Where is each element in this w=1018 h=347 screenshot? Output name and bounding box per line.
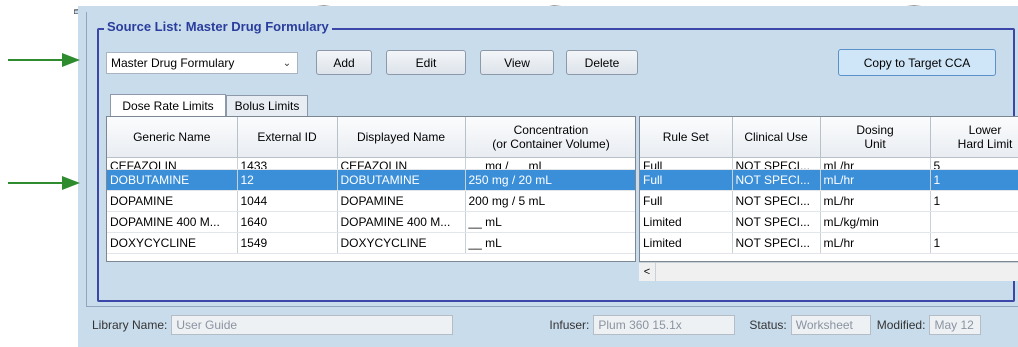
add-button[interactable]: Add [316,50,372,75]
table-cell: 1 [930,169,1018,191]
table-cell: Full [640,157,733,170]
column-header[interactable]: Clinical Use [732,117,821,158]
table-cell: 1640 [237,211,338,233]
table-cell: 200 mg / 5 mL [465,190,635,212]
modified-label: Modified: [876,318,926,332]
table-cell [930,211,1018,233]
table-cell: DOXYCYCLINE [337,232,466,254]
table-cell: mL/hr [820,157,931,170]
column-header[interactable]: Generic Name [107,117,238,158]
column-header[interactable]: Concentration (or Container Volume) [465,117,635,158]
table-cell: 1 [930,190,1018,212]
table-cell: Limited [640,211,733,233]
table-cell: __ mg / __ mL [465,157,635,170]
table-cell: __ mL [465,232,635,254]
table-row[interactable]: Full NOT SPECI... mL/hr 5 [640,157,1018,170]
table-cell: 12 [237,169,338,191]
delete-button[interactable]: Delete [566,50,638,75]
table-row[interactable]: Full NOT SPECI... mL/hr 1 [640,190,1018,212]
table-row[interactable]: Limited NOT SPECI... mL/kg/min [640,211,1018,233]
table-cell: 5 [930,157,1018,170]
table-cell: CEFAZOLIN [337,157,466,170]
table-cell: DOPAMINE [337,190,466,212]
table-row[interactable]: Limited NOT SPECI... mL/hr 1 [640,232,1018,254]
view-button[interactable]: View [480,50,554,75]
table-row-selected[interactable]: DOBUTAMINE 12 DOBUTAMINE 250 mg / 20 mL [107,169,635,191]
table-cell: DOPAMINE [107,190,238,212]
scroll-left-button[interactable]: < [639,263,656,281]
table-cell: NOT SPECI... [732,190,821,212]
table-cell: mL/hr [820,169,931,191]
arrow-right-icon [8,53,80,67]
table-row[interactable]: DOXYCYCLINE 1549 DOXYCYCLINE __ mL [107,232,635,254]
source-list-title: Source List: Master Drug Formulary [104,19,332,34]
table-cell: Full [640,190,733,212]
table-cell: __ mL [465,211,635,233]
status-bar: Library Name: User Guide Infuser: Plum 3… [78,311,1018,339]
table-cell: mL/kg/min [820,211,931,233]
library-name-label: Library Name: [92,318,168,332]
status-field: Worksheet [790,315,871,335]
formulary-select[interactable]: Master Drug Formulary ⌄ [106,52,298,74]
arrow-right-icon [8,176,80,190]
right-table: Rule Set Clinical Use Dosing Unit Lower … [639,116,1018,262]
column-header[interactable]: Dosing Unit [820,117,931,158]
chevron-down-icon: ⌄ [282,57,292,69]
column-header[interactable]: External ID [237,117,338,158]
column-header[interactable]: Displayed Name [337,117,466,158]
tab-dose-rate-limits[interactable]: Dose Rate Limits [110,94,226,117]
table-cell: DOPAMINE 400 M... [107,211,238,233]
table-cell: DOPAMINE 400 M... [337,211,466,233]
status-label: Status: [749,318,787,332]
library-name-field: User Guide [171,315,454,335]
table-cell: mL/hr [820,232,931,254]
tab-bolus-limits[interactable]: Bolus Limits [226,95,308,116]
table-cell: NOT SPECI... [732,232,821,254]
table-cell: Limited [640,232,733,254]
table-cell: DOXYCYCLINE [107,232,238,254]
table-cell: 1 [930,232,1018,254]
table-row[interactable]: CEFAZOLIN 1433 CEFAZOLIN __ mg / __ mL [107,157,635,170]
table-cell: mL/hr [820,190,931,212]
edit-button[interactable]: Edit [386,50,466,75]
table-cell: CEFAZOLIN [107,157,238,170]
left-table: Generic Name External ID Displayed Name … [106,116,636,262]
table-cell: DOBUTAMINE [337,169,466,191]
table-row[interactable]: DOPAMINE 400 M... 1640 DOPAMINE 400 M...… [107,211,635,233]
table-cell: 1044 [237,190,338,212]
table-cell: NOT SPECI... [732,157,821,170]
column-header[interactable]: Rule Set [640,117,733,158]
horizontal-scrollbar[interactable]: < [639,262,1018,281]
table-cell: NOT SPECI... [732,211,821,233]
infuser-label: Infuser: [549,318,590,332]
table-cell: 250 mg / 20 mL [465,169,635,191]
table-cell: DOBUTAMINE [107,169,238,191]
table-row-selected[interactable]: Full NOT SPECI... mL/hr 1 [640,169,1018,191]
table-row[interactable]: DOPAMINE 1044 DOPAMINE 200 mg / 5 mL [107,190,635,212]
modified-field: May 12 [929,315,982,335]
table-cell: 1549 [237,232,338,254]
table-cell: NOT SPECI... [732,169,821,191]
table-cell: Full [640,169,733,191]
copy-to-target-button[interactable]: Copy to Target CCA [838,49,996,76]
formulary-select-value: Master Drug Formulary [111,56,235,70]
window-frame-bottom [86,306,1018,307]
window-frame-left [86,12,87,307]
infuser-field: Plum 360 15.1x [593,315,736,335]
table-cell: 1433 [237,157,338,170]
column-header[interactable]: Lower Hard Limit [930,117,1018,158]
